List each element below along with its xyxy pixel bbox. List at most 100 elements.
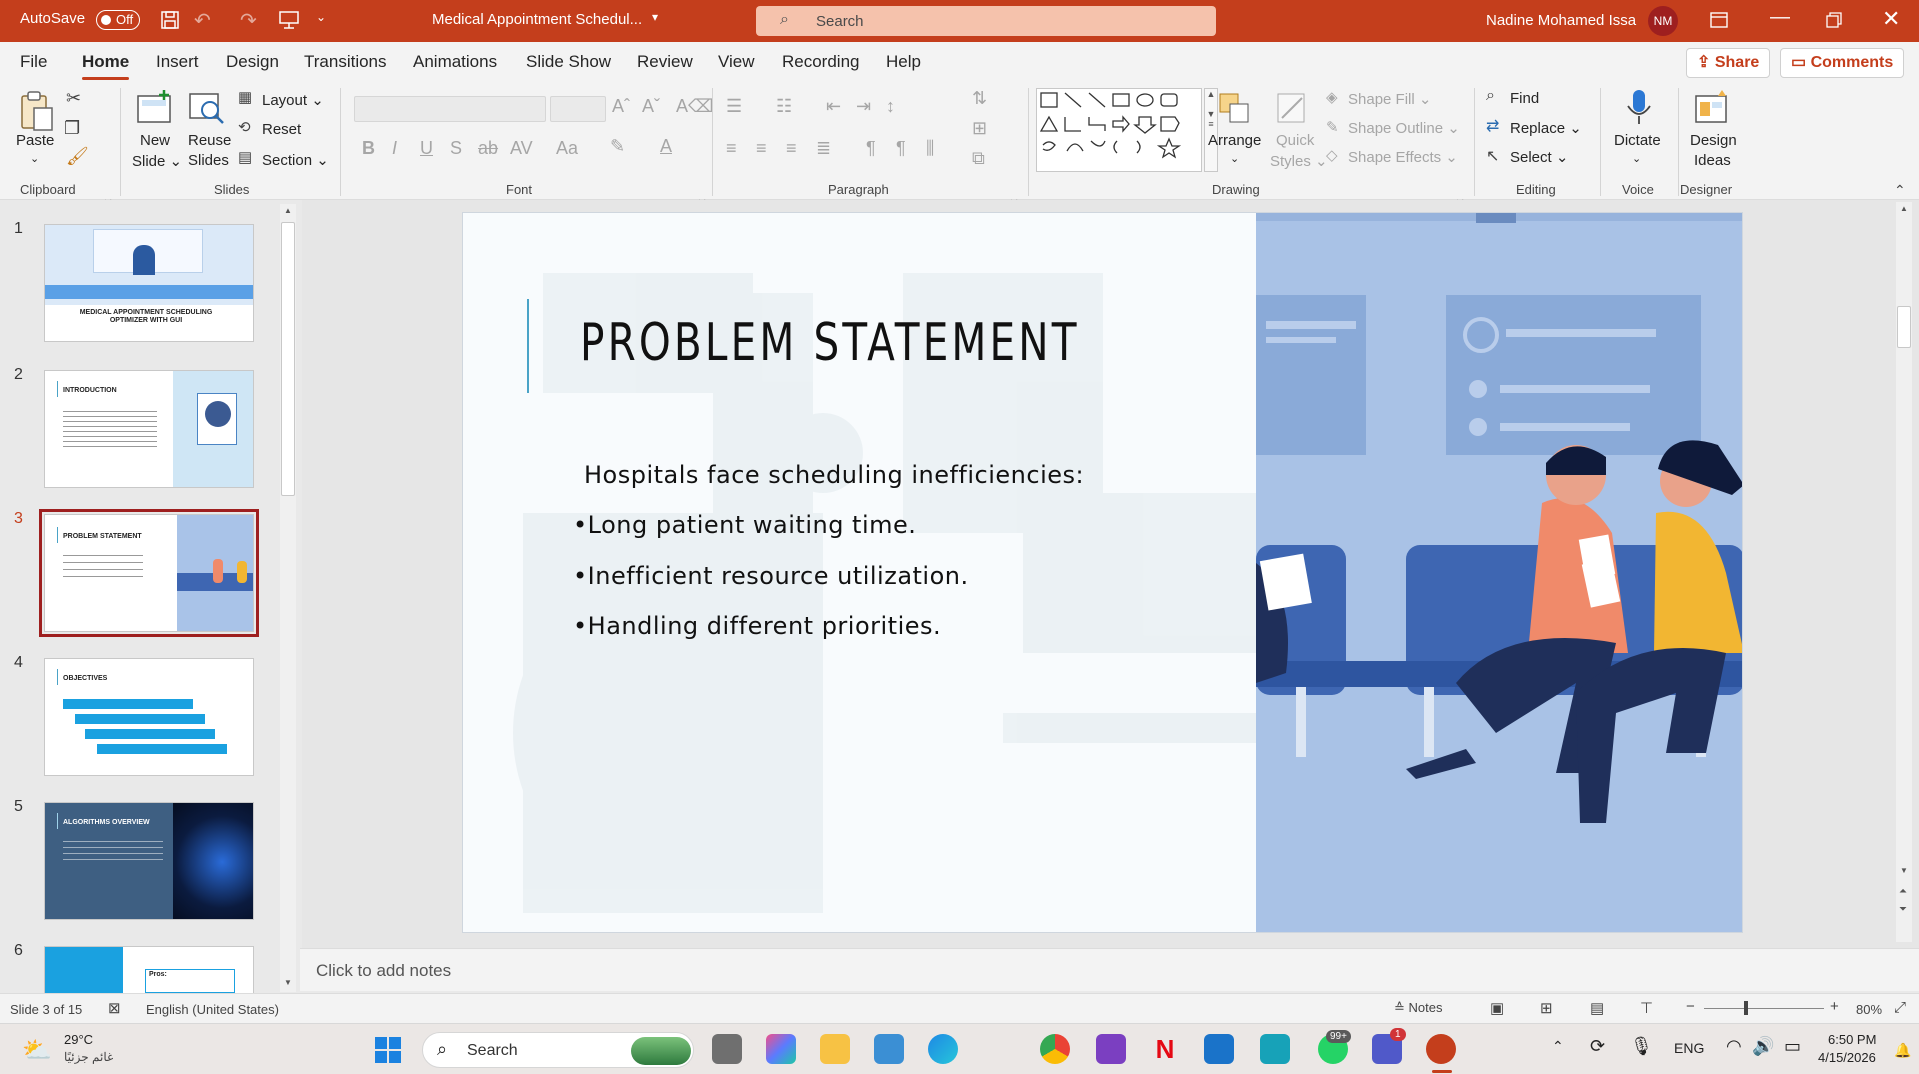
- quick-styles-icon[interactable]: [1274, 90, 1310, 129]
- clock-time[interactable]: 6:50 PM: [1828, 1032, 1876, 1047]
- reuse-slides-label[interactable]: Reuse: [188, 132, 231, 149]
- underline-button[interactable]: U: [420, 138, 433, 159]
- powerpoint-icon[interactable]: [1426, 1034, 1456, 1064]
- shapes-gallery[interactable]: [1036, 88, 1202, 172]
- chevron-down-icon[interactable]: ⌄: [30, 152, 39, 165]
- highlight-icon[interactable]: ✎: [610, 136, 625, 157]
- wifi-icon[interactable]: ◠: [1726, 1036, 1742, 1057]
- align-right-icon[interactable]: ≡: [786, 138, 797, 159]
- slide-bullet[interactable]: •Handling different priorities.: [573, 612, 941, 640]
- format-painter-icon[interactable]: 🖌: [66, 146, 89, 167]
- replace-button[interactable]: Replace ⌄: [1510, 119, 1582, 137]
- tab-home[interactable]: Home: [82, 52, 130, 80]
- task-view-icon[interactable]: [712, 1034, 742, 1064]
- autosave-toggle[interactable]: Off: [96, 10, 140, 30]
- font-name-select[interactable]: [354, 96, 546, 122]
- increase-font-icon[interactable]: Aˆ: [612, 96, 630, 117]
- columns-icon[interactable]: ⫼: [926, 138, 934, 159]
- find-button[interactable]: Find: [1510, 90, 1539, 107]
- shape-effects-icon[interactable]: ◇: [1326, 146, 1338, 164]
- select-button[interactable]: Select ⌄: [1510, 148, 1568, 166]
- language-indicator[interactable]: ENG: [1674, 1040, 1704, 1056]
- collapse-ribbon-icon[interactable]: ⌃: [1894, 182, 1906, 199]
- change-case-button[interactable]: Aa: [556, 138, 578, 159]
- volume-icon[interactable]: 🔊: [1752, 1036, 1774, 1057]
- scroll-thumb[interactable]: [281, 222, 295, 496]
- chevron-up-icon[interactable]: ⌃: [1552, 1038, 1564, 1055]
- notes-placeholder[interactable]: Click to add notes: [316, 961, 451, 981]
- file-explorer-icon[interactable]: [820, 1034, 850, 1064]
- slide-scrollbar[interactable]: ▲ ▼ ⏶ ⏷: [1896, 202, 1912, 942]
- app-icon[interactable]: [1260, 1034, 1290, 1064]
- tab-review[interactable]: Review: [637, 52, 693, 72]
- chevron-down-icon[interactable]: ⌄: [1632, 152, 1641, 165]
- clear-formatting-icon[interactable]: A⌫: [676, 96, 713, 117]
- slide-sorter-icon[interactable]: ⊞: [1540, 999, 1553, 1017]
- chevron-down-icon[interactable]: ⌄: [1230, 152, 1239, 165]
- align-text-icon[interactable]: ⊞: [972, 118, 987, 139]
- ltr-icon[interactable]: ¶: [866, 138, 876, 159]
- chrome-icon[interactable]: [1040, 1034, 1070, 1064]
- undo-icon[interactable]: ↶: [194, 8, 211, 33]
- justify-icon[interactable]: ≣: [816, 138, 831, 159]
- align-center-icon[interactable]: ≡: [756, 138, 767, 159]
- accessibility-icon[interactable]: ⊠: [108, 999, 121, 1017]
- paste-icon[interactable]: [18, 90, 56, 137]
- slide-intro-text[interactable]: Hospitals face scheduling inefficiencies…: [584, 461, 1084, 489]
- new-slide-label[interactable]: New: [140, 132, 170, 149]
- design-ideas-label-2[interactable]: Ideas: [1694, 152, 1731, 169]
- reuse-slides-icon[interactable]: [188, 90, 226, 129]
- notification-icon[interactable]: 🔔: [1894, 1042, 1911, 1059]
- replace-icon[interactable]: ⇄: [1486, 116, 1499, 136]
- shape-fill-button[interactable]: Shape Fill ⌄: [1348, 90, 1431, 108]
- edge-icon[interactable]: [928, 1034, 958, 1064]
- smartart-icon[interactable]: ⧉: [972, 148, 985, 169]
- tab-slide-show[interactable]: Slide Show: [526, 52, 611, 72]
- present-from-start-icon[interactable]: [278, 10, 300, 33]
- slideshow-view-icon[interactable]: ⊤: [1640, 999, 1653, 1017]
- cut-icon[interactable]: ✂: [66, 88, 81, 109]
- language-indicator[interactable]: English (United States): [146, 1002, 279, 1017]
- shape-outline-button[interactable]: Shape Outline ⌄: [1348, 119, 1460, 137]
- bold-button[interactable]: B: [362, 138, 375, 159]
- shape-outline-icon[interactable]: ✎: [1326, 118, 1339, 136]
- align-left-icon[interactable]: ≡: [726, 138, 737, 159]
- design-ideas-icon[interactable]: [1692, 88, 1732, 131]
- zoom-in-icon[interactable]: +: [1830, 998, 1839, 1015]
- text-direction-icon[interactable]: ⇅: [972, 88, 987, 109]
- shadow-button[interactable]: S: [450, 138, 462, 159]
- decrease-font-icon[interactable]: Aˇ: [642, 96, 660, 117]
- shape-effects-button[interactable]: Shape Effects ⌄: [1348, 148, 1458, 166]
- numbering-icon[interactable]: ☷: [776, 96, 792, 117]
- weather-icon[interactable]: ⛅: [22, 1036, 52, 1065]
- notes-pane[interactable]: Click to add notes: [300, 948, 1919, 991]
- new-slide-icon[interactable]: [136, 90, 174, 129]
- close-icon[interactable]: ✕: [1882, 6, 1900, 32]
- quick-styles-label[interactable]: Quick: [1276, 132, 1314, 149]
- slide-title[interactable]: PROBLEM STATEMENT: [580, 313, 1080, 373]
- increase-indent-icon[interactable]: ⇥: [856, 96, 871, 117]
- next-slide-icon[interactable]: ⏷: [1899, 904, 1907, 915]
- scroll-up-icon[interactable]: ▲: [1900, 204, 1908, 213]
- bullets-icon[interactable]: ☰: [726, 96, 742, 117]
- scroll-down-icon[interactable]: ▼: [1900, 866, 1908, 875]
- app-icon[interactable]: [1204, 1034, 1234, 1064]
- layout-button[interactable]: Layout ⌄: [262, 91, 324, 109]
- normal-view-icon[interactable]: ▣: [1490, 999, 1504, 1017]
- slide-thumbnail-3[interactable]: PROBLEM STATEMENT: [39, 509, 259, 637]
- app-icon[interactable]: [874, 1034, 904, 1064]
- avatar[interactable]: NM: [1648, 6, 1678, 36]
- zoom-out-icon[interactable]: −: [1686, 998, 1695, 1015]
- scroll-up-icon[interactable]: ▲: [284, 206, 292, 215]
- font-size-select[interactable]: [550, 96, 606, 122]
- slide-thumbnail-2[interactable]: INTRODUCTION: [44, 370, 254, 488]
- tab-recording[interactable]: Recording: [782, 52, 860, 72]
- battery-icon[interactable]: ▭: [1784, 1036, 1801, 1057]
- strikethrough-button[interactable]: ab: [478, 138, 498, 159]
- copilot-icon[interactable]: [766, 1034, 796, 1064]
- notes-toggle[interactable]: ≙ Notes: [1394, 1000, 1443, 1016]
- slide-bullet[interactable]: •Long patient waiting time.: [573, 511, 916, 539]
- restore-icon[interactable]: [1826, 12, 1842, 31]
- tab-animations[interactable]: Animations: [413, 52, 497, 72]
- chevron-down-icon[interactable]: ▾: [652, 10, 658, 24]
